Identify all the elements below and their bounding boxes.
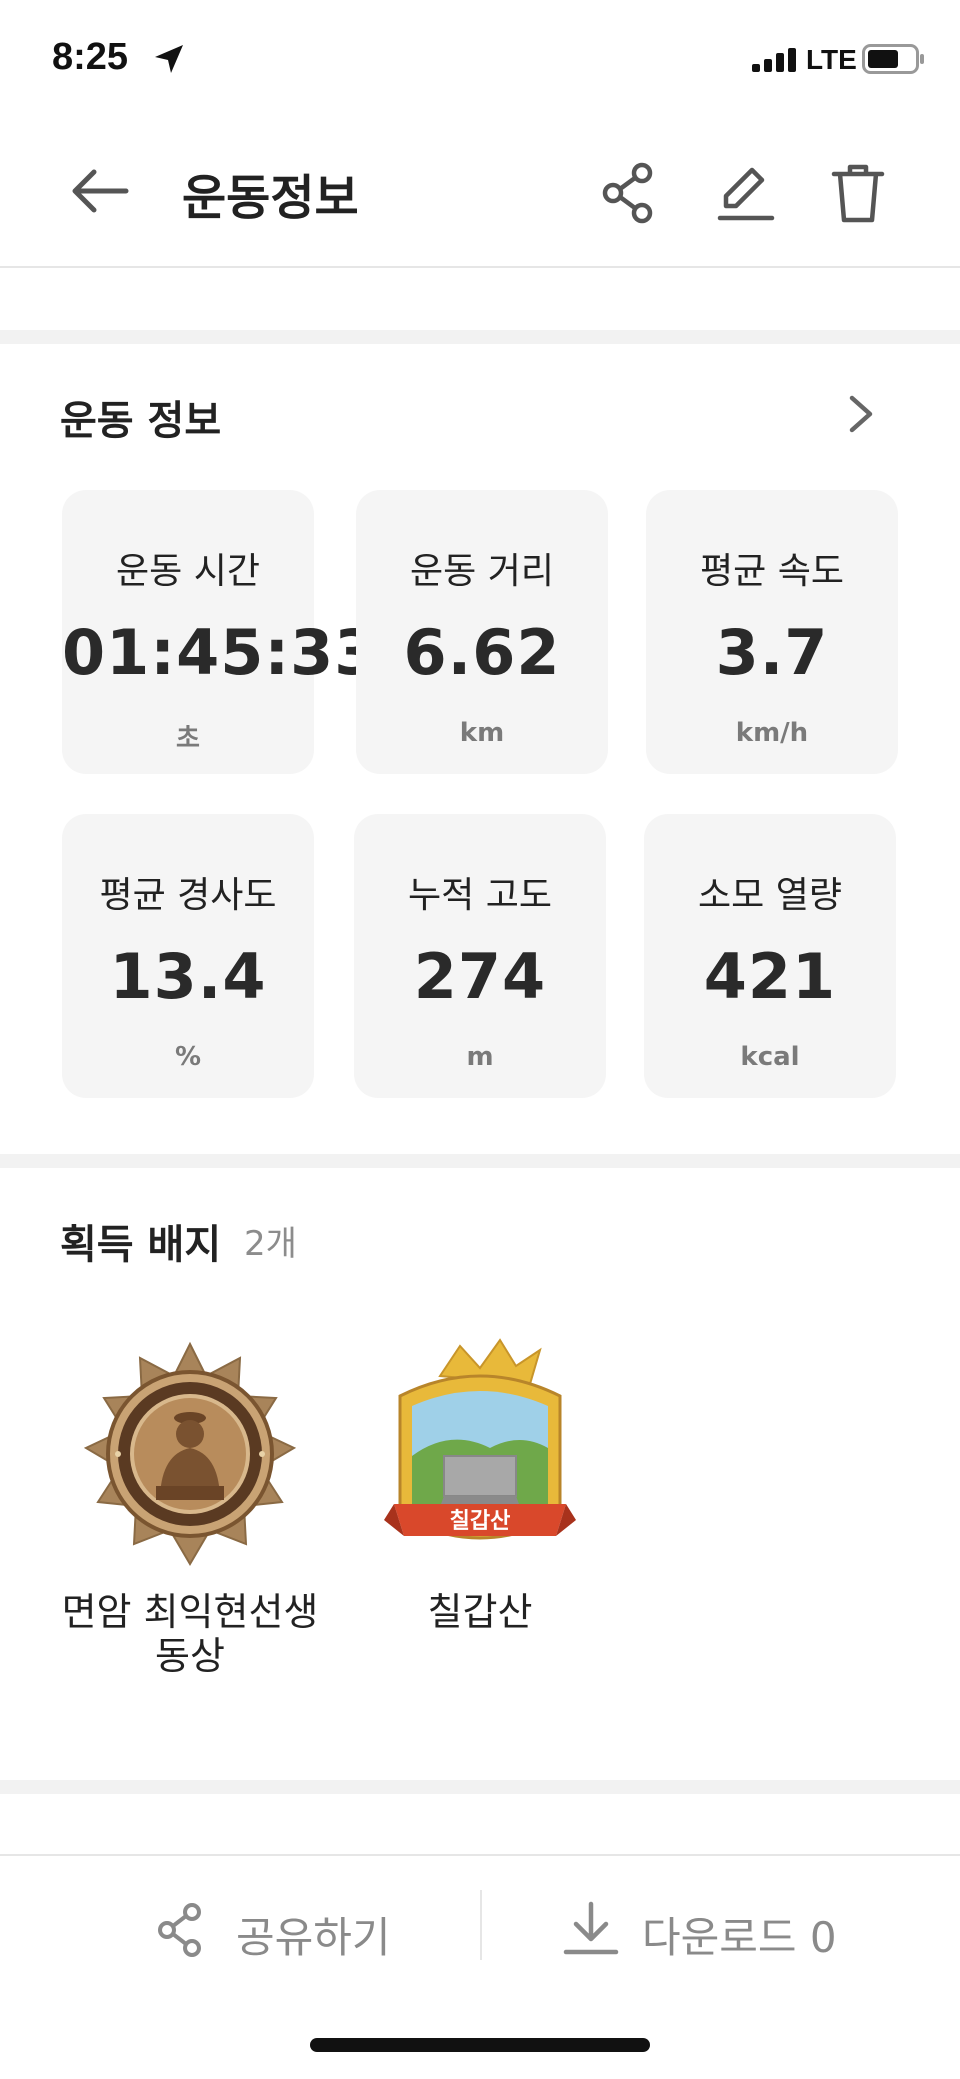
stat-label: 소모 열량 (698, 875, 842, 916)
badge-name-line: 동상 (155, 1634, 225, 1678)
stat-label: 운동 시간 (116, 551, 260, 592)
badge-statue-medal[interactable] (70, 1336, 310, 1576)
stat-label: 누적 고도 (408, 875, 552, 916)
stat-value: 6.62 (403, 616, 561, 689)
share-icon[interactable] (600, 162, 660, 224)
stat-card-exercise-time: 운동 시간 01:45:33 초 (62, 490, 379, 774)
location-arrow-icon (155, 45, 183, 73)
section-divider (0, 1780, 960, 1794)
stat-unit: 초 (176, 724, 200, 754)
share-button[interactable]: 공유하기 (156, 1896, 396, 1962)
statue-medal-badge-icon (83, 1341, 297, 1566)
stat-value: 13.4 (109, 940, 267, 1013)
stat-label: 운동 거리 (410, 551, 554, 592)
share-icon (158, 1903, 201, 1957)
badge-name: 칠갑산 (380, 1590, 580, 1634)
back-arrow-icon[interactable] (70, 166, 130, 216)
stat-label: 평균 속도 (700, 551, 844, 592)
edit-icon[interactable] (716, 162, 776, 224)
stat-unit: km/h (735, 718, 809, 748)
share-label: 공유하기 (236, 1913, 391, 1962)
signal-icon (752, 48, 796, 72)
badge-ribbon-text: 칠갑산 (450, 1509, 511, 1534)
stat-value: 274 (413, 940, 547, 1013)
stat-value: 421 (703, 940, 837, 1013)
stat-card-distance: 운동 거리 6.62 km (356, 490, 608, 774)
status-time: 8:25 (52, 36, 129, 78)
mountain-badge-icon: 칠갑산 (384, 1338, 576, 1540)
stat-card-avg-slope: 평균 경사도 13.4 % (62, 814, 314, 1098)
battery-icon (862, 44, 924, 74)
badge-name: 면암 최익현선생 동상 (52, 1590, 328, 1678)
trash-icon[interactable] (828, 162, 888, 224)
section-divider (0, 330, 960, 344)
download-label: 다운로드 0 (642, 1913, 837, 1962)
download-icon (563, 1901, 619, 1955)
stat-unit: % (174, 1042, 202, 1072)
badge-name-line: 칠갑산 (427, 1590, 533, 1634)
stat-value: 01:45:33 (62, 616, 379, 689)
exercise-info-title: 운동 정보 (60, 398, 222, 444)
chevron-right-icon[interactable] (846, 392, 876, 436)
stat-card-avg-speed: 평균 속도 3.7 km/h (646, 490, 898, 774)
download-button[interactable]: 다운로드 0 (562, 1896, 842, 1962)
section-divider (0, 1154, 960, 1168)
badge-count: 2개 (244, 1224, 297, 1264)
page-title: 운동정보 (182, 170, 359, 226)
stat-value: 3.7 (715, 616, 829, 689)
bottom-divider (480, 1890, 482, 1960)
bottom-action-bar: 공유하기 다운로드 0 (0, 1854, 960, 1996)
stat-unit: km (459, 718, 505, 748)
stat-unit: kcal (740, 1042, 800, 1072)
badge-mountain[interactable]: 칠갑산 (380, 1336, 580, 1580)
stat-card-elevation-gain: 누적 고도 274 m (354, 814, 606, 1098)
stat-label: 평균 경사도 (99, 875, 277, 916)
stat-card-calories: 소모 열량 421 kcal (644, 814, 896, 1098)
status-bar: 8:25 LTE (0, 0, 960, 118)
badge-name-line: 면암 최익현선생 (61, 1590, 319, 1634)
badges-title: 획득 배지 (60, 1222, 222, 1268)
network-label: LTE (806, 44, 857, 75)
home-indicator (310, 2038, 650, 2052)
stat-unit: m (466, 1042, 494, 1072)
app-header: 운동정보 (0, 118, 960, 268)
